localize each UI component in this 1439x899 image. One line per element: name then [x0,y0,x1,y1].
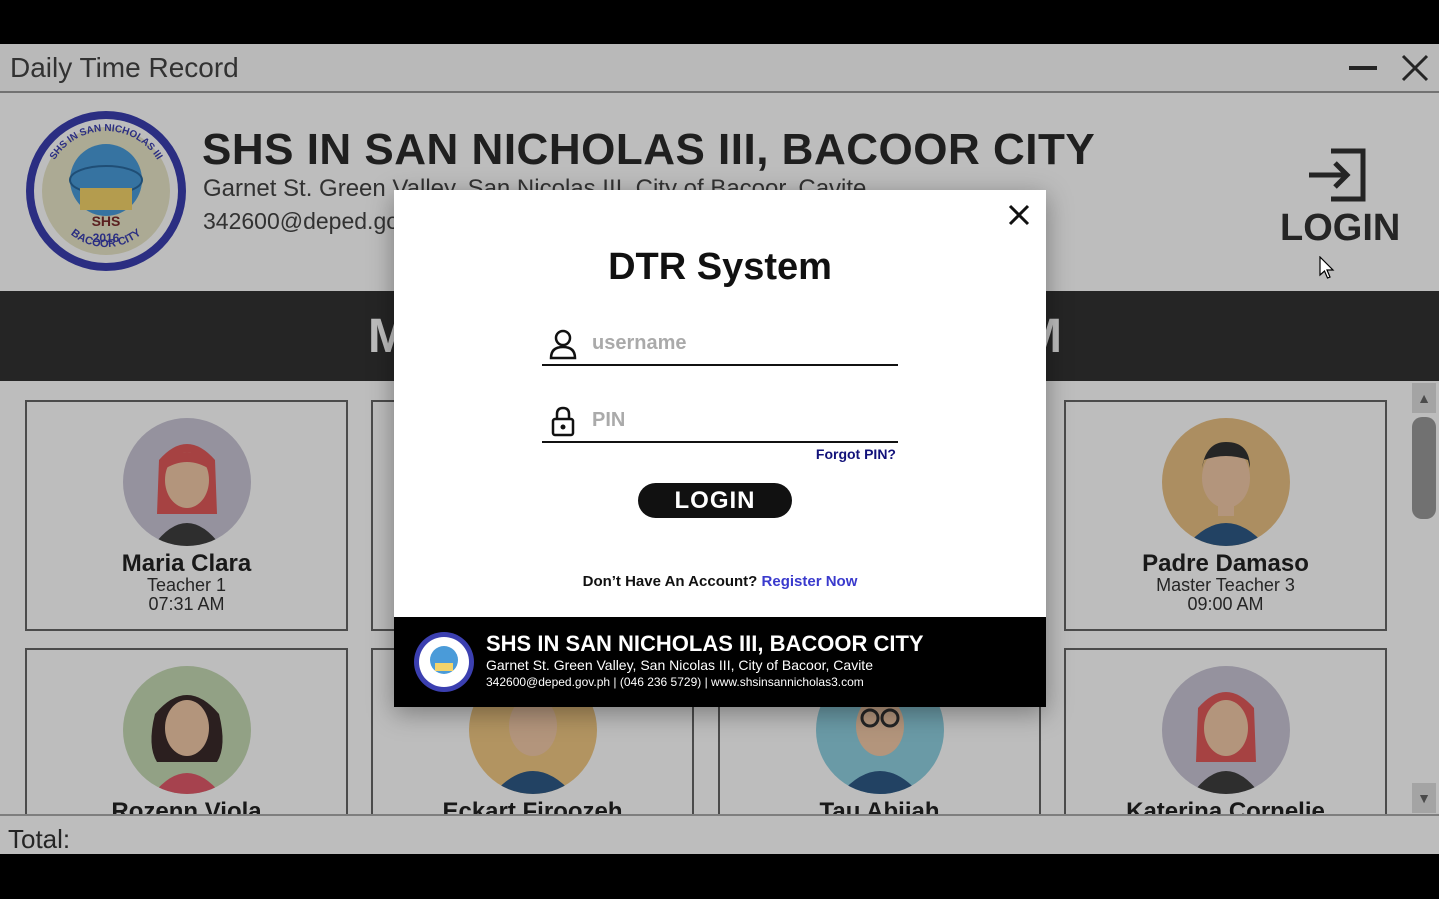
pin-input[interactable] [592,403,892,437]
school-logo-small [414,632,474,692]
register-prompt: Don’t Have An Account? Register Now [394,573,1046,590]
pin-field [542,403,898,443]
username-field [542,326,898,366]
screen: Daily Time Record SHS IN SAN NICHOLAS II… [0,0,1439,899]
close-icon [1008,204,1030,226]
modal-title: DTR System [608,246,832,288]
app-window: Daily Time Record SHS IN SAN NICHOLAS II… [0,44,1439,854]
mouse-pointer-icon [1319,256,1335,279]
footer-school-name: SHS IN SAN NICHOLAS III, BACOOR CITY [486,631,924,656]
user-icon [549,329,577,360]
register-now-link[interactable]: Register Now [762,573,858,590]
forgot-pin-link[interactable]: Forgot PIN? [816,446,896,462]
username-input[interactable] [592,326,892,360]
modal-footer: SHS IN SAN NICHOLAS III, BACOOR CITY Gar… [394,617,1046,707]
login-modal: DTR System Forgot PIN? LOGIN Don [394,190,1046,707]
lock-icon [551,406,575,437]
footer-school-contact: 342600@deped.gov.ph | (046 236 5729) | w… [486,675,864,689]
footer-school-address: Garnet St. Green Valley, San Nicolas III… [486,657,873,673]
modal-close-button[interactable] [1004,200,1034,230]
login-button[interactable]: LOGIN [638,483,792,518]
register-prompt-text: Don’t Have An Account? [582,573,758,590]
